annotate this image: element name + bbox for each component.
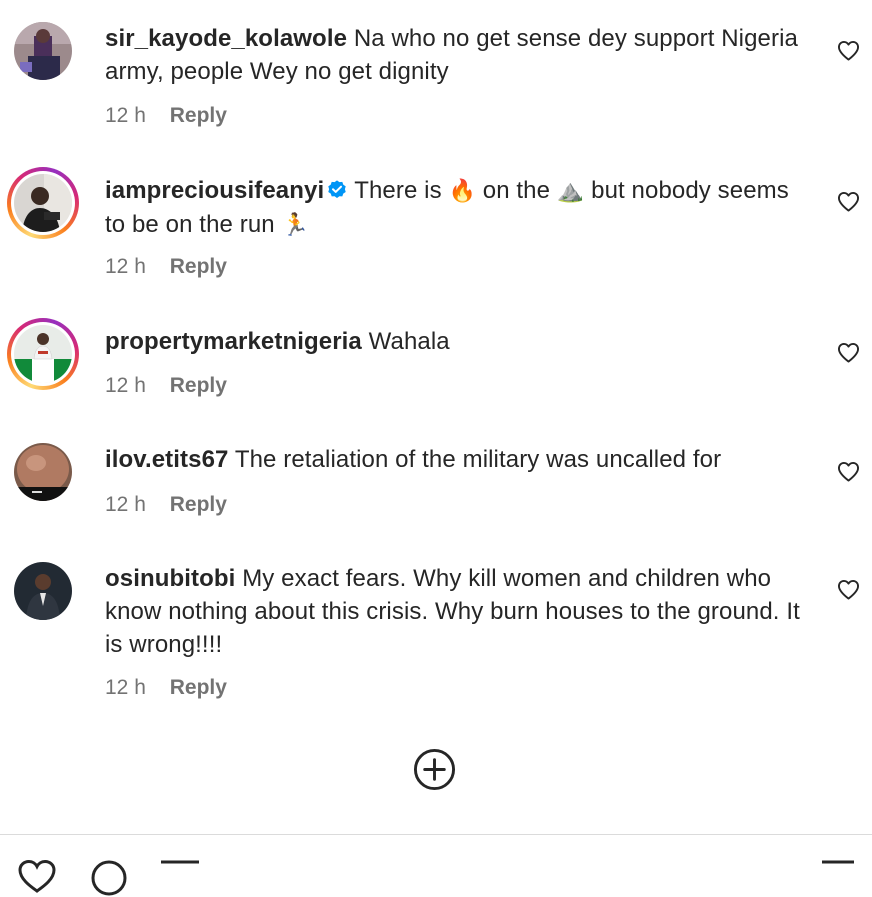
comment-meta: 12 h Reply [105,255,227,279]
plus-circle-icon [413,748,456,791]
comment-body: iampreciousifeanyi There is 🔥 on the ⛰️ b… [105,174,810,242]
comment-body: sir_kayode_kolawole Na who no get sense … [105,22,810,88]
verified-badge-icon [326,177,348,199]
avatar[interactable] [7,318,79,390]
comment-username[interactable]: osinubitobi [105,565,235,592]
reply-button[interactable]: Reply [170,676,227,699]
comment-time: 12 h [105,676,146,699]
avatar[interactable] [7,167,79,239]
comment-meta: 12 h Reply [105,676,227,700]
comment-username[interactable]: propertymarketnigeria [105,328,362,355]
share-icon[interactable] [159,859,201,879]
comment-username[interactable]: iampreciousifeanyi [105,177,324,204]
reply-button[interactable]: Reply [170,255,227,278]
comment-text-part: on the [475,177,557,204]
heart-outline-icon[interactable] [837,40,860,61]
load-more-comments-button[interactable] [413,748,456,791]
comment-text: The retaliation of the military was unca… [234,446,722,473]
reply-button[interactable]: Reply [170,104,227,127]
comment-time: 12 h [105,255,146,278]
comment-username[interactable]: sir_kayode_kolawole [105,25,347,52]
comment-body: ilov.etits67 The retaliation of the mili… [105,443,810,476]
comment-username[interactable]: ilov.etits67 [105,446,228,473]
heart-icon[interactable] [17,859,57,893]
post-action-bar [0,835,872,896]
bookmark-icon[interactable] [820,859,856,879]
comment-meta: 12 h Reply [105,104,227,128]
heart-outline-icon[interactable] [837,342,860,363]
avatar[interactable] [14,22,72,80]
comment-time: 12 h [105,493,146,516]
reply-button[interactable]: Reply [170,374,227,397]
fire-emoji: 🔥 [448,179,476,204]
heart-outline-icon[interactable] [837,461,860,482]
runner-emoji: 🏃 [281,213,309,238]
comment-body: osinubitobi My exact fears. Why kill wom… [105,562,810,661]
comment-meta: 12 h Reply [105,493,227,517]
comment-time: 12 h [105,374,146,397]
heart-outline-icon[interactable] [837,191,860,212]
comment-time: 12 h [105,104,146,127]
heart-outline-icon[interactable] [837,579,860,600]
comment-text: Wahala [368,328,450,355]
comment-text-part: There is [354,177,449,204]
reply-button[interactable]: Reply [170,493,227,516]
comment-meta: 12 h Reply [105,374,227,398]
story-ring [11,322,75,386]
mountain-emoji: ⛰️ [556,179,585,204]
story-ring [11,171,75,235]
comment-icon[interactable] [90,859,128,897]
avatar[interactable] [14,562,72,620]
comment-body: propertymarketnigeria Wahala [105,325,810,358]
avatar[interactable] [14,443,72,501]
